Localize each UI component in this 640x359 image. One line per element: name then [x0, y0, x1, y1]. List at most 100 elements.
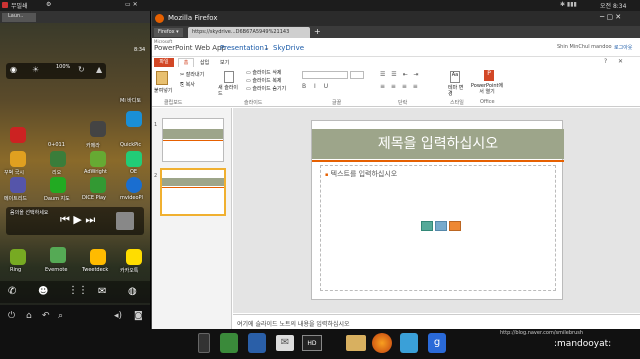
browser-tab[interactable]: https://skydrive...D6B67A5949%21143 [188, 27, 310, 38]
breadcrumb-separator: – [265, 44, 269, 52]
google-icon[interactable]: g [428, 333, 446, 353]
home-icon[interactable]: ⌂ [26, 311, 32, 321]
app-icon-5[interactable] [10, 177, 26, 193]
sync-icon[interactable]: ↻ [78, 65, 85, 74]
ribbon-tabs: 파일 홈 삽입 보기 ? ✕ [152, 57, 640, 67]
mvideo-icon[interactable] [126, 177, 142, 193]
phone-tab[interactable]: Laun.. [2, 13, 36, 22]
copy-button[interactable]: ⎘ 복사 [180, 81, 195, 88]
group-office: Office [480, 99, 495, 105]
firefox-taskbar-icon[interactable] [372, 333, 392, 353]
firefox-logo-icon [155, 14, 164, 23]
phone-app-icon[interactable] [198, 333, 210, 353]
new-slide-icon[interactable] [224, 71, 234, 83]
app-label: 카메라 [86, 143, 100, 149]
slide-title[interactable]: 제목을 입력하십시오 [312, 129, 564, 159]
brightness-icon[interactable]: ☀ [32, 65, 39, 74]
power-icon[interactable]: ⏻ [8, 311, 15, 321]
content-placeholder[interactable]: ▪ 텍스트를 입력하십시오 [320, 165, 556, 291]
folder-icon[interactable] [346, 335, 366, 351]
app-icon-2[interactable] [10, 151, 26, 167]
skydrive-link[interactable]: SkyDrive [273, 44, 304, 52]
tweetdeck-icon[interactable] [90, 249, 106, 265]
twitter-icon[interactable] [400, 333, 418, 353]
document-name-link[interactable]: Presentation1 [220, 44, 268, 52]
camera-shortcut-icon[interactable]: ◙ [134, 311, 143, 321]
notification-icon[interactable] [2, 2, 8, 8]
new-slide-button[interactable]: 새 슬라이드 [218, 85, 242, 97]
tab-view[interactable]: 보기 [220, 59, 229, 66]
app-label: 리오 [52, 170, 62, 176]
daum-map-icon[interactable] [50, 177, 66, 193]
media-controls[interactable]: ⏮ ▶ ⏭ [60, 213, 95, 227]
camera-icon[interactable] [90, 121, 106, 137]
app-label: mvideoPl [120, 195, 143, 201]
powerpoint-icon[interactable]: P [484, 70, 494, 81]
phone-call-app-icon[interactable] [220, 333, 238, 353]
font-format-buttons[interactable]: B I U [302, 83, 331, 90]
dice-play-icon[interactable] [90, 177, 106, 193]
font-size-select[interactable] [350, 71, 364, 79]
wifi-icon[interactable]: ◉ [10, 65, 17, 74]
app-icon-1[interactable] [10, 127, 26, 143]
delete-slide-button[interactable]: ▭ 슬라이드 삭제 [246, 69, 282, 76]
contacts-app-icon[interactable] [248, 333, 266, 353]
paste-button[interactable]: 붙여넣기 [154, 87, 172, 94]
window-buttons[interactable]: ─ ▢ ✕ [600, 13, 621, 21]
app-label: 메이트리드 [4, 196, 28, 202]
volume-icon[interactable]: ◂) [114, 311, 122, 321]
tab-home[interactable]: 홈 [178, 58, 194, 67]
notes-pane[interactable]: 여기에 슬라이드 노트의 내용을 입력하십시오 [233, 314, 640, 329]
align-buttons[interactable]: ≡ ≡ ≡ ≡ [380, 83, 420, 90]
slide-thumbnail-selected[interactable] [160, 168, 226, 216]
insert-picture-icon[interactable] [435, 221, 447, 231]
thumb-accent-line [162, 187, 224, 188]
duplicate-slide-button[interactable]: ▭ 슬라이드 복제 [246, 77, 282, 84]
mail-icon[interactable]: ✉ [276, 335, 294, 351]
tab-file[interactable]: 파일 [154, 58, 174, 67]
hd-video-icon[interactable]: HD [302, 335, 322, 351]
adwright-icon[interactable] [90, 151, 106, 167]
album-art [116, 212, 134, 230]
messages-icon[interactable]: ✉ [98, 286, 106, 297]
tab-insert[interactable]: 삽입 [200, 59, 209, 66]
new-tab-button[interactable]: + [314, 27, 321, 36]
user-name[interactable]: Shin MinChul mandoo [557, 44, 612, 50]
theme-button[interactable]: 테마 변경 [448, 85, 464, 97]
contacts-icon[interactable]: ☻ [38, 286, 48, 297]
open-in-powerpoint-button[interactable]: PowerPoint에서 열기 [470, 83, 504, 95]
settings-gear-icon[interactable]: ⚙ [46, 1, 51, 8]
app-icon-4[interactable] [126, 151, 142, 167]
battery-icon: ✱ ▮▮▮ [560, 1, 577, 8]
evernote-icon[interactable] [50, 247, 66, 263]
phone-dock: ✆ ☻ ⋮⋮ ✉ ◍ [0, 281, 150, 303]
insert-smartart-icon[interactable] [449, 221, 461, 231]
insert-table-icon[interactable] [421, 221, 433, 231]
cut-button[interactable]: ✂ 잘라내기 [180, 71, 204, 78]
quickpic-icon[interactable] [126, 111, 142, 127]
help-icon[interactable]: ? [604, 58, 607, 65]
phone-call-icon[interactable]: ✆ [8, 286, 16, 297]
signal-icon[interactable]: ▲ [96, 65, 102, 74]
search-icon[interactable]: ⌕ [58, 311, 63, 321]
slide-thumbnail[interactable] [162, 118, 224, 162]
firefox-menu-button[interactable]: Firefox ▾ [154, 28, 183, 37]
paste-icon[interactable] [156, 71, 168, 85]
signout-link[interactable]: 로그아웃 [614, 44, 632, 51]
hide-slide-button[interactable]: ▭ 슬라이드 숨기기 [246, 85, 286, 92]
browser-icon[interactable]: ◍ [128, 286, 137, 297]
ring-icon[interactable] [10, 249, 26, 265]
delete-slide-label: 슬라이드 삭제 [252, 70, 282, 76]
window-controls[interactable]: ▭ ✕ [125, 1, 138, 8]
font-name-select[interactable] [302, 71, 348, 79]
list-buttons[interactable]: ☰ ☰ ⇤ ⇥ [380, 71, 421, 78]
slide-body-label: 텍스트를 입력하십시오 [330, 170, 398, 178]
app-icon-3[interactable] [50, 151, 66, 167]
close-ribbon-icon[interactable]: ✕ [618, 58, 623, 65]
theme-icon[interactable]: Aa [450, 71, 460, 83]
thumb-title-band [163, 129, 223, 139]
kakaotalk-icon[interactable] [126, 249, 142, 265]
app-drawer-icon[interactable]: ⋮⋮ [68, 285, 88, 296]
slide[interactable]: 제목을 입력하십시오 ▪ 텍스트를 입력하십시오 [311, 120, 564, 300]
back-icon[interactable]: ↶ [42, 311, 50, 321]
